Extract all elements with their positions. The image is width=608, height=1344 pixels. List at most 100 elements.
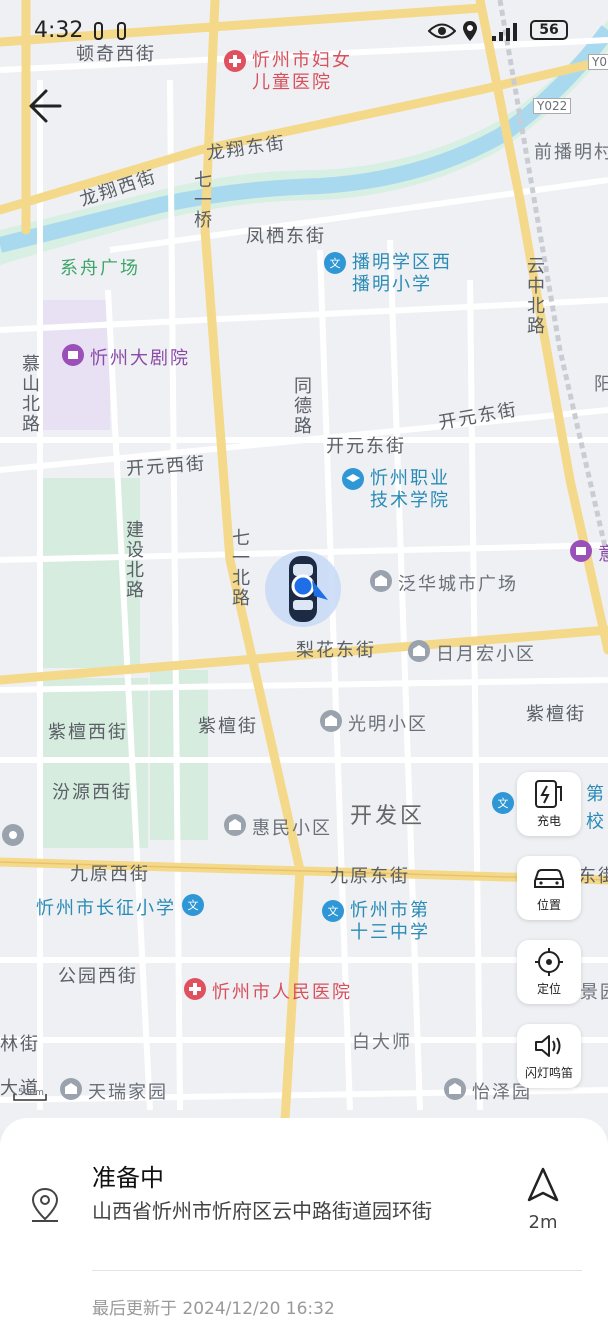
vehicle-marker[interactable] <box>262 548 344 630</box>
street-label: 九原西街 <box>70 864 150 885</box>
poi-marker[interactable] <box>2 824 24 848</box>
poi-label: 日月宏小区 <box>436 644 536 665</box>
locate-label: 定位 <box>536 982 561 996</box>
poi-label: 泛华城市广场 <box>398 574 518 595</box>
street-label: 东街 <box>578 866 608 887</box>
poi-school[interactable]: 文 播明学区西播明小学 <box>324 252 462 296</box>
street-label: 紫檀街 <box>198 716 258 737</box>
crosshair-icon <box>535 948 563 976</box>
flash-horn-label: 闪灯鸣笛 <box>524 1066 573 1080</box>
street-label: 建设北路 <box>123 520 144 600</box>
theater-icon <box>62 344 84 366</box>
street-label: 同德路 <box>291 376 312 436</box>
charge-button[interactable]: 充电 <box>517 772 581 836</box>
street-label: 开元西街 <box>125 453 207 480</box>
road-shield: Y022 <box>533 98 572 114</box>
school-icon: 文 <box>182 894 204 916</box>
community-icon <box>444 1078 466 1100</box>
poi-school[interactable]: 文 忻州市第十三中学 <box>322 900 440 944</box>
poi-label: 白大师 <box>352 1032 412 1053</box>
poi-hospital[interactable]: 忻州市人民医院 <box>184 978 352 1004</box>
vehicle-status: 准备中 <box>92 1164 164 1192</box>
speaker-icon <box>535 1035 561 1057</box>
poi-theater[interactable]: 忻州大剧院 <box>62 344 190 370</box>
poi-community[interactable]: 光明小区 <box>320 710 428 736</box>
poi-label: 忻州市人民医院 <box>212 982 352 1003</box>
charge-label: 充电 <box>536 814 561 828</box>
navigate-icon[interactable] <box>524 1166 562 1204</box>
divider <box>92 1270 582 1271</box>
area-label: 前播明村 <box>534 142 608 163</box>
area-label: 景园 <box>580 982 608 1003</box>
place-icon <box>2 824 24 846</box>
distance-label: 2m <box>528 1212 558 1233</box>
poi-community[interactable]: 日月宏小区 <box>408 640 536 666</box>
street-label: 七一桥 <box>191 170 212 230</box>
poi-label: 天瑞家园 <box>88 1082 168 1103</box>
community-icon <box>224 814 246 836</box>
svg-text:文: 文 <box>330 256 341 270</box>
street-label: 紫檀西街 <box>48 722 128 743</box>
area-label: 阳 <box>594 374 608 395</box>
poi-label: 忻州市长征小学 <box>36 898 176 919</box>
district-label: 开发区 <box>350 804 426 829</box>
street-label: 梨花东街 <box>296 640 376 661</box>
area-label: 系舟广场 <box>60 258 140 279</box>
svg-text:文: 文 <box>328 904 339 918</box>
poi-community[interactable]: 惠民小区 <box>224 814 332 840</box>
hospital-icon <box>184 978 206 1000</box>
street-label: 九原东街 <box>330 866 410 887</box>
poi-label: 意 <box>598 540 608 566</box>
notification-icon <box>94 22 126 40</box>
last-updated: 最后更新于 2024/12/20 16:32 <box>92 1299 335 1319</box>
status-bar: 4:32 56 <box>0 0 608 60</box>
street-label: 凤栖东街 <box>246 226 326 247</box>
street-label: 公园西街 <box>58 966 138 987</box>
status-time: 4:32 <box>34 18 84 43</box>
street-label: 七一北路 <box>229 528 250 608</box>
eye-icon <box>428 23 456 39</box>
street-label: 紫檀街 <box>526 704 586 725</box>
area-label: 第 校 <box>583 784 604 832</box>
school-icon: 文 <box>492 792 514 814</box>
car-icon <box>534 869 564 888</box>
street-label: 汾源西街 <box>52 782 132 803</box>
street-label: 开元东街 <box>326 436 406 457</box>
location-pin-icon <box>31 1187 59 1222</box>
poi-community[interactable]: 天瑞家园 <box>60 1078 168 1104</box>
back-arrow-icon[interactable] <box>26 86 68 126</box>
poi-plaza[interactable]: 泛华城市广场 <box>370 570 518 596</box>
poi-label: 播明学区西播明小学 <box>352 252 452 295</box>
poi-label: 惠民小区 <box>252 818 332 839</box>
poi-venue[interactable]: 意 <box>570 540 608 566</box>
svg-text:文: 文 <box>188 898 199 912</box>
poi-label: 光明小区 <box>348 714 428 735</box>
battery-icon: 56 <box>530 20 568 40</box>
scale-label: 500m <box>18 1088 44 1098</box>
street-label: 林街 <box>0 1034 40 1055</box>
school-icon: 文 <box>324 252 346 274</box>
poi-college[interactable]: 忻州职业技术学院 <box>342 468 460 512</box>
poi-label: 忻州职业技术学院 <box>370 468 450 511</box>
position-button[interactable]: 位置 <box>517 856 581 920</box>
venue-icon <box>570 540 592 562</box>
community-icon <box>320 710 342 732</box>
school-icon: 文 <box>322 900 344 922</box>
location-status-icon <box>463 21 477 41</box>
poi-school[interactable]: 文 忻州市长征小学 <box>36 894 204 920</box>
flash-horn-button[interactable]: 闪灯鸣笛 <box>517 1024 581 1088</box>
street-label: 云中北路 <box>524 256 545 336</box>
vehicle-address: 山西省忻州市忻府区云中路街道园环街 <box>92 1199 432 1223</box>
poi-label: 忻州大剧院 <box>90 348 190 369</box>
poi-label: 忻州市第十三中学 <box>350 900 430 943</box>
vehicle-info-sheet: 准备中 山西省忻州市忻府区云中路街道园环街 2m 最后更新于 2024/12/2… <box>0 1118 608 1344</box>
community-icon <box>408 640 430 662</box>
svg-text:文: 文 <box>498 796 509 810</box>
building-icon <box>370 570 392 592</box>
locate-button[interactable]: 定位 <box>517 940 581 1004</box>
community-icon <box>60 1078 82 1100</box>
poi-school[interactable]: 文 <box>492 792 514 816</box>
signal-icon <box>492 23 517 41</box>
charge-icon <box>535 780 562 808</box>
college-icon <box>342 468 364 490</box>
